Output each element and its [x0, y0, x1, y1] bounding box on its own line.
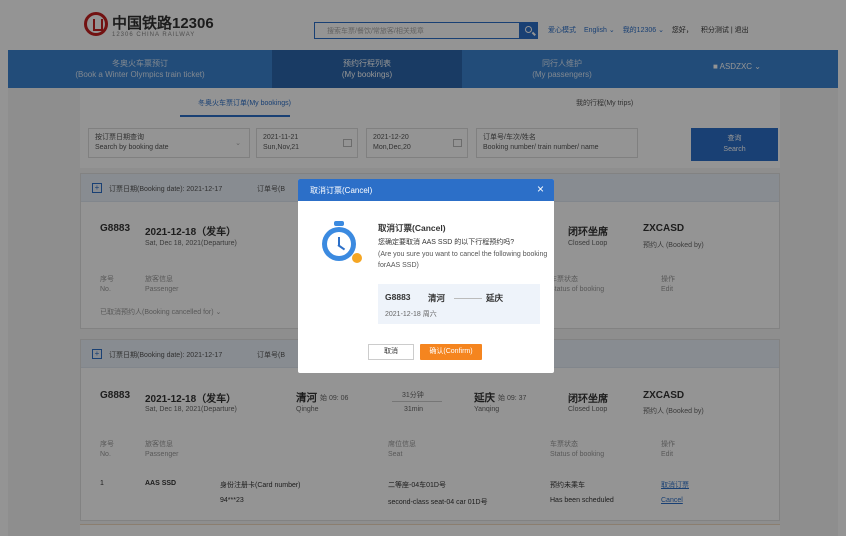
trip-date: 2021-12-18 周六: [385, 311, 437, 318]
dialog-title: 取消订票(Cancel): [378, 223, 446, 233]
trip-arrow: [454, 298, 482, 299]
trip-summary: G8883 清河 延庆 2021-12-18 周六: [378, 284, 540, 324]
close-icon[interactable]: ×: [537, 182, 544, 196]
trip-to-station: 延庆: [486, 293, 504, 303]
trip-train-number: G8883: [385, 292, 411, 302]
dialog-question: 您确定要取消 AAS SSD 的以下行程预约吗?: [378, 239, 515, 246]
clock-icon: [312, 219, 362, 269]
confirm-button[interactable]: 确认(Confirm): [420, 344, 482, 360]
cancel-dialog: 取消订票(Cancel) × 取消订票(Cancel) 您确定要取消 AAS S…: [298, 179, 554, 373]
dialog-header-title: 取消订票(Cancel): [310, 186, 373, 195]
cancel-button[interactable]: 取消: [368, 344, 414, 360]
dialog-question-en: (Are you sure you want to cancel the fol…: [378, 251, 548, 269]
trip-from-station: 清河: [428, 293, 446, 303]
dialog-header: 取消订票(Cancel) ×: [298, 179, 554, 201]
